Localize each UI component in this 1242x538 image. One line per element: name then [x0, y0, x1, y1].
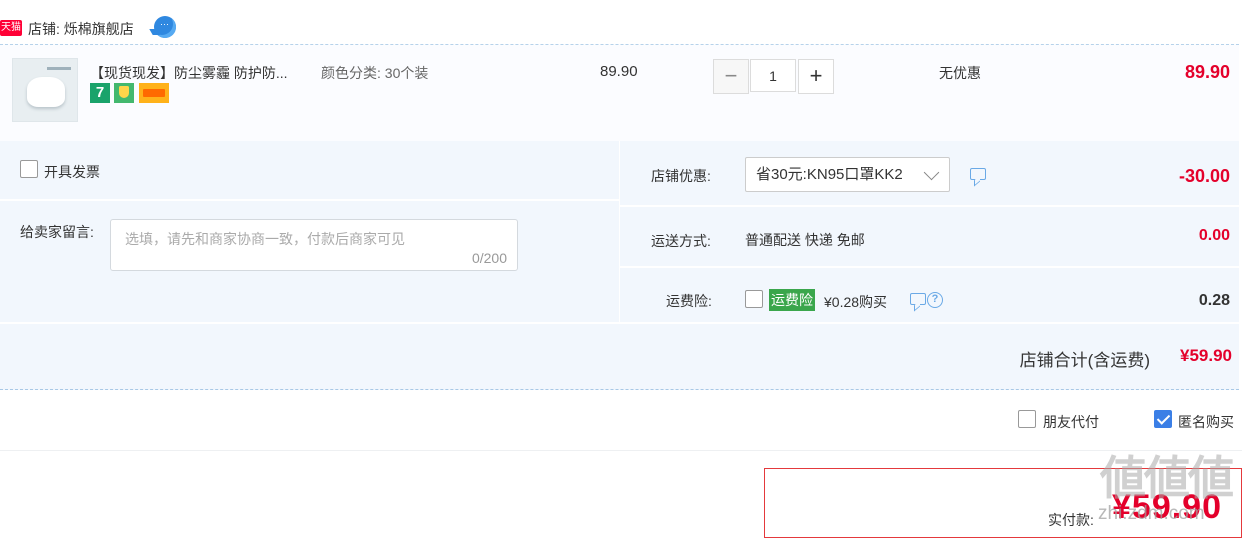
invoice-checkbox[interactable]	[20, 160, 38, 178]
product-sku: 颜色分类: 30个装	[321, 65, 429, 81]
friend-pay-checkbox[interactable]	[1018, 410, 1036, 428]
coupon-selected-value: 省30元:KN95口罩KK2	[756, 166, 903, 183]
help-icon[interactable]: ?	[927, 292, 943, 308]
store-total-amount: ¥59.90	[1180, 346, 1232, 365]
seller-message-input[interactable]	[111, 220, 517, 270]
panel-divider	[620, 205, 1239, 207]
store-header	[0, 0, 1242, 44]
shipping-method: 普通配送 快递 免邮	[745, 232, 865, 248]
panel-divider	[620, 266, 1239, 268]
card-badge-icon	[139, 83, 169, 103]
shipping-label: 运送方式:	[651, 233, 711, 249]
item-subtotal: 89.90	[1184, 62, 1230, 82]
item-discount: 无优惠	[939, 65, 981, 81]
product-thumbnail[interactable]	[12, 58, 78, 122]
quantity-input[interactable]	[750, 59, 796, 92]
friend-pay-label[interactable]: 朋友代付	[1043, 412, 1099, 432]
watermark-url: zhi.zdm.com	[1098, 503, 1205, 524]
insurance-label: 运费险:	[666, 293, 712, 309]
seller-message-label: 给卖家留言:	[20, 224, 94, 240]
invoice-label[interactable]: 开具发票	[44, 162, 100, 182]
store-name-link[interactable]: 店铺: 烁棉旗舰店	[28, 19, 134, 39]
chevron-down-icon	[923, 164, 940, 181]
tmall-badge: 天猫	[0, 20, 22, 36]
seven-day-return-icon: 7	[90, 83, 110, 103]
unit-price: 89.90	[600, 63, 638, 80]
watermark-logo: 値値値	[1100, 452, 1234, 504]
message-char-counter: 0/200	[471, 250, 507, 266]
anonymous-purchase-label[interactable]: 匿名购买	[1178, 412, 1234, 432]
quantity-increase-button[interactable]: +	[798, 59, 834, 94]
quantity-decrease-button[interactable]: −	[713, 59, 749, 94]
store-coupon-select[interactable]: 省30元:KN95口罩KK2	[745, 157, 950, 192]
comment-icon[interactable]	[970, 168, 986, 180]
payment-label: 实付款:	[1048, 512, 1094, 528]
chat-bubble-icon[interactable]: ···	[154, 16, 176, 38]
shield-badge-icon	[114, 83, 134, 103]
insurance-price: ¥0.28购买	[824, 294, 888, 310]
anonymous-purchase-checkbox[interactable]	[1154, 410, 1172, 428]
panel-divider	[0, 322, 1239, 324]
shipping-amount: 0.00	[1198, 227, 1230, 244]
panel-divider	[619, 141, 620, 323]
insurance-checkbox[interactable]	[745, 290, 763, 308]
seller-message-box: 0/200	[110, 219, 518, 271]
order-item-row	[0, 44, 1239, 142]
insurance-tag: 运费险	[769, 289, 815, 311]
store-discount-label: 店铺优惠:	[651, 168, 711, 184]
product-title-link[interactable]: 【现货现发】防尘雾霾 防护防...	[90, 63, 288, 83]
comment-icon[interactable]	[910, 293, 926, 305]
panel-divider	[0, 199, 619, 201]
insurance-amount: 0.28	[1198, 292, 1230, 309]
store-total-label: 店铺合计(含运费)	[1019, 351, 1150, 370]
store-discount-amount: -30.00	[1178, 166, 1230, 186]
